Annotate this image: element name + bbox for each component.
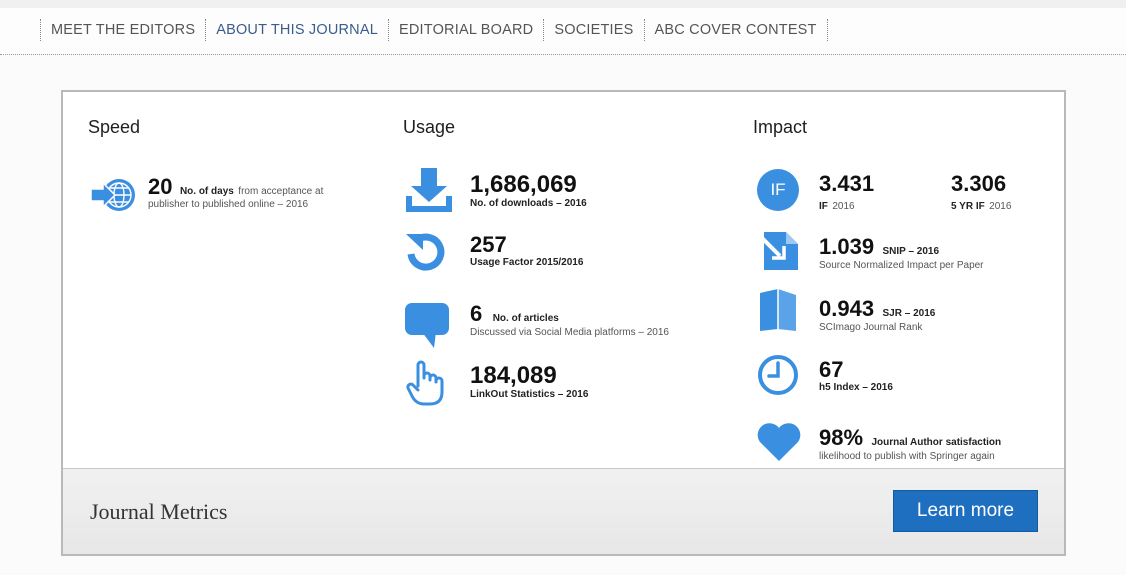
card-footer: Journal Metrics Learn more (63, 468, 1064, 554)
top-shade (0, 0, 1126, 8)
speed-heading: Speed (88, 117, 141, 137)
sjr-inline-label: SJR – 2016 (882, 308, 936, 319)
downloads-value: 1,686,069 (470, 171, 577, 198)
h5-index-value: 67 (819, 357, 844, 382)
h5-index-metric: 67 h5 Index – 2016 (819, 357, 893, 394)
nav-list: MEET THE EDITORS ABOUT THIS JOURNAL EDIT… (40, 18, 828, 42)
snip-icon (758, 230, 800, 277)
nav-item-about-this-journal[interactable]: ABOUT THIS JOURNAL (206, 19, 388, 41)
if-icon: IF (756, 168, 800, 217)
speech-bubble-icon (404, 302, 450, 355)
linkout-metric: 184,089 LinkOut Statistics – 2016 (470, 362, 589, 401)
heart-icon (756, 422, 802, 467)
author-satisfaction-value: 98% (819, 425, 864, 450)
downloads-label: No. of downloads – 2016 (470, 198, 587, 209)
pointer-hand-icon (406, 360, 444, 411)
refresh-icon (403, 230, 449, 279)
globe-arrow-icon (89, 176, 137, 219)
impact-factor-year: 2016 (832, 201, 855, 212)
usage-factor-value: 257 (470, 232, 507, 257)
usage-heading: Usage (403, 117, 456, 137)
journal-nav: MEET THE EDITORS ABOUT THIS JOURNAL EDIT… (0, 8, 1126, 55)
book-icon (758, 287, 798, 338)
usage-factor-label: Usage Factor 2015/2016 (470, 257, 584, 268)
if-icon-text: IF (770, 180, 786, 199)
clock-icon (757, 354, 799, 401)
five-year-if-value: 3.306 (951, 171, 1007, 196)
author-satisfaction-metric: 98% Journal Author satisfaction likeliho… (819, 425, 1059, 462)
nav-item-editorial-board[interactable]: EDITORIAL BOARD (389, 19, 543, 41)
snip-value: 1.039 (819, 234, 875, 259)
journal-metrics-title: Journal Metrics (90, 499, 228, 524)
journal-metrics-card: Speed 20 No. of days from acceptance at (61, 90, 1066, 556)
social-articles-metric: 6 No. of articles Discussed via Social M… (470, 301, 770, 338)
five-year-if-metric: 3.306 5 YR IF 2016 (951, 172, 1011, 214)
sjr-value: 0.943 (819, 296, 875, 321)
page: MEET THE EDITORS ABOUT THIS JOURNAL EDIT… (0, 0, 1126, 575)
impact-heading: Impact (753, 117, 808, 137)
snip-metric: 1.039 SNIP – 2016 Source Normalized Impa… (819, 234, 1059, 271)
h5-index-label: h5 Index – 2016 (819, 382, 893, 393)
nav-separator (826, 19, 828, 41)
learn-more-button[interactable]: Learn more (893, 490, 1038, 532)
impact-factor-label: IF (819, 201, 828, 212)
usage-factor-metric: 257 Usage Factor 2015/2016 (470, 232, 584, 269)
sjr-metric: 0.943 SJR – 2016 SCImago Journal Rank (819, 296, 1059, 333)
snip-label: Source Normalized Impact per Paper (819, 260, 984, 271)
impact-factor-value: 3.431 (819, 171, 875, 196)
speed-metric: 20 No. of days from acceptance at publis… (148, 174, 378, 210)
speed-label-bold: No. of days (179, 186, 234, 197)
downloads-metric: 1,686,069 No. of downloads – 2016 (470, 171, 587, 210)
author-satisfaction-inline-label: Journal Author satisfaction (871, 437, 1002, 448)
download-icon (404, 166, 454, 219)
speed-value: 20 (148, 174, 173, 199)
author-satisfaction-label: likelihood to publish with Springer agai… (819, 451, 995, 462)
nav-item-meet-the-editors[interactable]: MEET THE EDITORS (41, 19, 205, 41)
five-year-if-label: 5 YR IF (951, 201, 985, 212)
social-articles-value: 6 (470, 301, 483, 326)
snip-inline-label: SNIP – 2016 (882, 246, 940, 257)
speed-label-rest: from acceptance at (238, 186, 324, 197)
sjr-label: SCImago Journal Rank (819, 322, 923, 333)
nav-item-abc-cover-contest[interactable]: ABC COVER CONTEST (645, 19, 827, 41)
five-year-if-year: 2016 (989, 201, 1012, 212)
speed-label-line2: publisher to published online – 2016 (148, 199, 309, 210)
social-articles-label: Discussed via Social Media platforms – 2… (470, 327, 669, 338)
linkout-value: 184,089 (470, 362, 557, 389)
impact-factor-metric: 3.431 IF 2016 (819, 172, 874, 214)
linkout-label: LinkOut Statistics – 2016 (470, 389, 589, 400)
nav-item-societies[interactable]: SOCIETIES (544, 19, 643, 41)
social-articles-label-inline: No. of articles (492, 313, 559, 324)
